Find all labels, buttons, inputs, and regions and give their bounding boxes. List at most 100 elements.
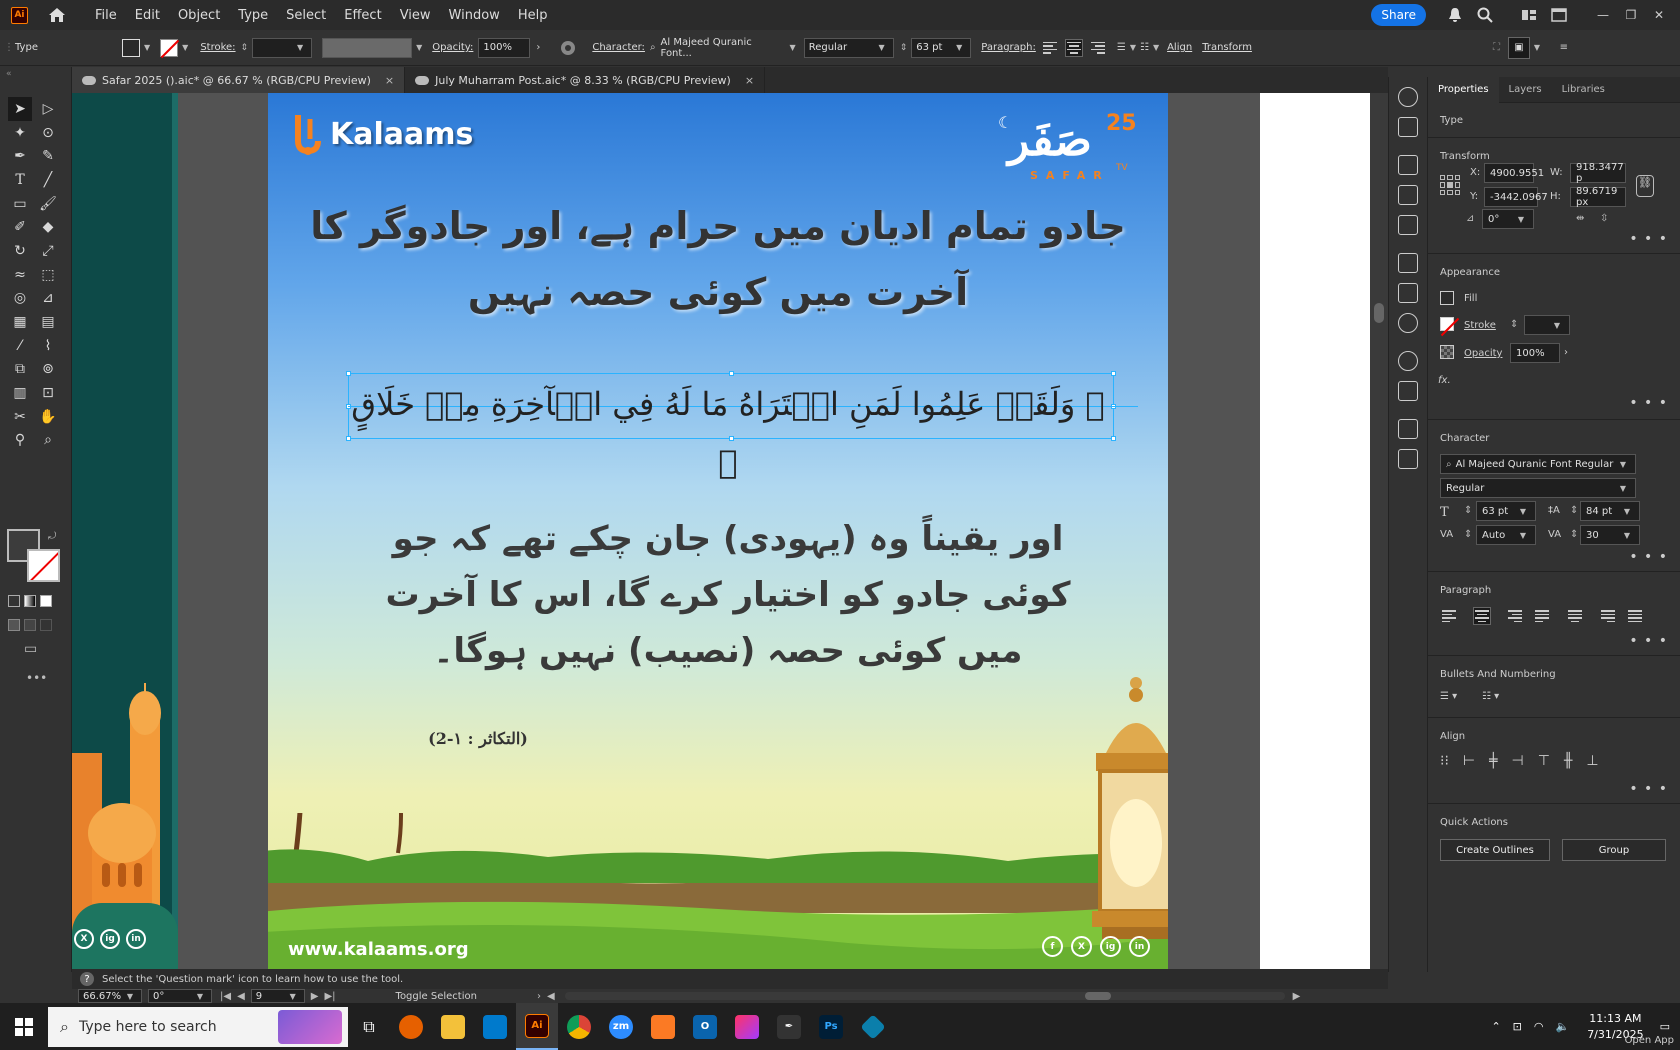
close-tab-icon[interactable]: × <box>745 74 754 87</box>
x-input[interactable]: 4900.9551 <box>1484 163 1544 183</box>
stroke-swatch[interactable] <box>1440 317 1454 331</box>
color-panel-icon[interactable] <box>1398 87 1418 107</box>
tab-libraries[interactable]: Libraries <box>1552 77 1615 103</box>
menu-window[interactable]: Window <box>440 8 509 23</box>
fx-icon[interactable]: fx. <box>1438 375 1451 386</box>
transparency-panel-icon[interactable] <box>1398 313 1418 333</box>
font-style-select[interactable]: Regular ▼ <box>803 37 894 58</box>
taskbar-file-explorer[interactable] <box>432 1003 474 1050</box>
opacity-input[interactable]: 100% <box>478 37 531 58</box>
align-right-button[interactable] <box>1504 607 1522 625</box>
shape-builder-tool-icon[interactable]: ◎ <box>8 287 32 311</box>
close-tab-icon[interactable]: × <box>385 74 394 87</box>
chevron-down-icon[interactable]: ▼ <box>1130 43 1136 52</box>
more-tools-icon[interactable]: ••• <box>26 671 47 685</box>
notifications-icon[interactable]: ▭ <box>1660 1020 1670 1033</box>
menu-list-icon[interactable]: ≡ <box>1560 42 1568 53</box>
prev-artboard-icon[interactable]: ◀ <box>237 991 245 1002</box>
align-right-button[interactable] <box>1087 39 1105 57</box>
rotate-tool-icon[interactable]: ↻ <box>8 239 32 263</box>
chevron-down-icon[interactable]: ▼ <box>144 43 150 52</box>
hand-tool-icon[interactable]: ✋ <box>36 405 60 429</box>
workspace-icon[interactable] <box>1520 6 1538 24</box>
quran-ayah-text[interactable]: ﴿ وَلَقَدۡ عَلِمُوا لَمَنِ اشۡتَرَاهُ مَ… <box>348 375 1108 481</box>
swap-fill-stroke-icon[interactable]: ⤾ <box>48 531 56 542</box>
width-input[interactable]: 918.3477 p <box>1570 162 1626 184</box>
stepper-icon[interactable]: ⇕ <box>1570 505 1578 516</box>
align-h-center-icon[interactable]: ╪ <box>1489 753 1497 769</box>
vertical-scrollbar[interactable] <box>1370 93 1388 969</box>
tab-layers[interactable]: Layers <box>1499 77 1552 103</box>
eraser-tool-icon[interactable]: ◆ <box>36 215 60 239</box>
warp-tool-icon[interactable]: ≈ <box>8 263 32 287</box>
tab-july-muharram[interactable]: July Muharram Post.aic* @ 8.33 % (RGB/CP… <box>405 67 766 93</box>
align-left-button[interactable] <box>1042 39 1061 57</box>
puppet-warp-tool-icon[interactable]: ⚲ <box>8 429 32 453</box>
taskbar-search[interactable]: ⌕ Type here to search <box>48 1006 348 1047</box>
justify-right-button[interactable] <box>1597 607 1615 625</box>
bell-icon[interactable] <box>1446 6 1464 24</box>
type-tool-icon[interactable]: T <box>8 168 32 192</box>
direct-selection-tool-icon[interactable]: ▷ <box>36 97 60 121</box>
graphic-styles-panel-icon[interactable] <box>1398 381 1418 401</box>
export-panel-icon[interactable] <box>1398 419 1418 439</box>
align-bottom-edges-icon[interactable]: ⊥ <box>1586 753 1598 769</box>
rectangle-tool-icon[interactable]: ▭ <box>8 192 32 216</box>
paragraph-label[interactable]: Paragraph: <box>981 42 1036 53</box>
swatches-panel-icon[interactable] <box>1398 155 1418 175</box>
tab-properties[interactable]: Properties <box>1428 76 1499 103</box>
constrain-proportions-icon[interactable]: ⛓ <box>1636 175 1654 197</box>
paragraph-more-icon[interactable]: • • • <box>1629 633 1668 649</box>
chevron-down-icon[interactable]: ▼ <box>182 43 188 52</box>
scale-tool-icon[interactable]: ⤢ <box>36 239 60 263</box>
fill-swatch[interactable] <box>1440 291 1454 305</box>
artboards-panel-icon[interactable] <box>1398 449 1418 469</box>
gradient-mode-icon[interactable] <box>24 595 36 607</box>
justify-all-button[interactable] <box>1628 607 1646 625</box>
task-view-button[interactable]: ⧉ <box>348 1003 390 1050</box>
chevron-down-icon[interactable]: ▼ <box>1534 43 1540 52</box>
urdu-translation[interactable]: اور یقیناً وہ (یہودی) جان چکے تھے کہ جو … <box>348 511 1108 679</box>
stepper-icon[interactable]: ⇕ <box>1510 319 1518 330</box>
appearance-panel-icon[interactable] <box>1398 351 1418 371</box>
collapse-icon[interactable]: « <box>6 69 12 79</box>
font-family-input[interactable]: Al Majeed Quranic Font... <box>661 37 781 59</box>
curvature-tool-icon[interactable]: ✎ <box>36 144 60 168</box>
appearance-more-icon[interactable]: • • • <box>1629 395 1668 411</box>
scroll-left-icon[interactable]: ◀ <box>547 991 555 1002</box>
zoom-select[interactable]: 66.67% ▼ <box>78 989 142 1003</box>
color-mode-icon[interactable] <box>8 595 20 607</box>
font-style-select[interactable]: Regular ▼ <box>1440 478 1636 498</box>
stroke-swatch[interactable] <box>160 38 179 57</box>
pen-tool-icon[interactable]: ✒ <box>8 144 32 168</box>
align-top-edges-icon[interactable]: ⊤ <box>1538 753 1550 769</box>
none-mode-icon[interactable] <box>40 595 52 607</box>
lasso-tool-icon[interactable]: ⊙ <box>36 121 60 145</box>
draw-inside-icon[interactable] <box>40 619 52 631</box>
font-size-input[interactable]: 63 pt ▼ <box>1476 501 1536 521</box>
tab-safar-2025[interactable]: Safar 2025 ().aic* @ 66.67 % (RGB/CPU Pr… <box>72 67 406 93</box>
volume-icon[interactable]: 🔈 <box>1555 1020 1569 1033</box>
leading-input[interactable]: 84 pt ▼ <box>1580 501 1640 521</box>
surah-reference[interactable]: (التكاثر : ١-2) <box>408 729 548 748</box>
align-v-center-icon[interactable]: ╫ <box>1564 753 1572 769</box>
align-link[interactable]: Align <box>1167 42 1192 53</box>
menu-help[interactable]: Help <box>509 8 557 23</box>
stepper-icon[interactable]: ⇕ <box>241 43 249 53</box>
first-artboard-icon[interactable]: |◀ <box>220 991 231 1002</box>
taskbar-photoshop[interactable]: Ps <box>810 1003 852 1050</box>
chevron-up-icon[interactable]: ⌃ <box>1491 1020 1500 1033</box>
artboard-number-select[interactable]: 9 ▼ <box>250 989 305 1003</box>
rotation-input[interactable]: 0° ▼ <box>1482 209 1534 229</box>
last-artboard-icon[interactable]: ▶| <box>324 991 335 1002</box>
font-family-select[interactable]: ⌕ Al Majeed Quranic Font Regular ▼ <box>1440 454 1636 474</box>
chevron-down-icon[interactable]: ▼ <box>416 43 422 52</box>
stroke-color-swatch[interactable] <box>27 549 60 582</box>
align-left-edges-icon[interactable]: ⊢ <box>1463 753 1475 769</box>
urdu-heading[interactable]: جادو تمام ادیان میں حرام ہے، اور جادوگر … <box>308 193 1128 325</box>
opacity-label[interactable]: Opacity: <box>432 42 473 53</box>
brushes-panel-icon[interactable] <box>1398 185 1418 205</box>
stroke-panel-icon[interactable] <box>1398 253 1418 273</box>
stepper-icon[interactable]: ⇕ <box>900 43 908 53</box>
menu-select[interactable]: Select <box>277 8 335 23</box>
